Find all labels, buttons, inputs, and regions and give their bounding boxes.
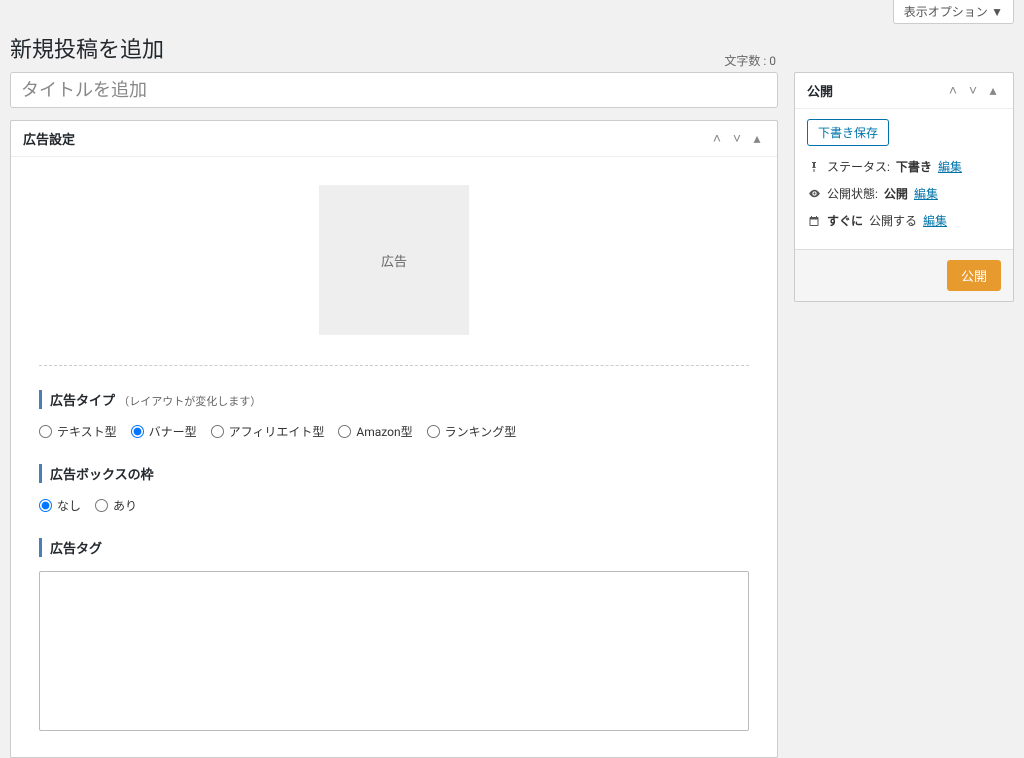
ad-settings-box: 広告設定 ˄ ˅ ▴ 広告 広告タイプ （レイアウトが変化します） <box>10 120 778 758</box>
ad-border-none[interactable]: なし <box>39 497 81 514</box>
ad-type-label: 広告タイプ （レイアウトが変化します） <box>39 390 749 409</box>
panel-up-icon[interactable]: ˄ <box>945 83 961 99</box>
status-line: ステータス: 下書き 編集 <box>807 158 1001 175</box>
ad-type-ranking[interactable]: ランキング型 <box>427 423 517 440</box>
publish-button[interactable]: 公開 <box>947 260 1001 291</box>
publish-box: 公開 ˄ ˅ ▴ 下書き保存 ステータス: 下書き 編集 <box>794 72 1014 302</box>
page-title: 新規投稿を追加 <box>10 32 1014 64</box>
ad-border-none-radio[interactable] <box>39 499 52 512</box>
ad-border-yes[interactable]: あり <box>95 497 137 514</box>
schedule-line: すぐに 公開する 編集 <box>807 212 1001 229</box>
panel-down-icon[interactable]: ˅ <box>965 83 981 99</box>
ad-type-amazon-radio[interactable] <box>338 425 351 438</box>
ad-border-radio-group: なし あり <box>39 497 749 514</box>
divider <box>39 365 749 366</box>
pin-icon <box>807 160 821 174</box>
ad-type-ranking-radio[interactable] <box>427 425 440 438</box>
calendar-icon <box>807 214 821 228</box>
character-count: 文字数 : 0 <box>724 52 776 69</box>
ad-type-affiliate-radio[interactable] <box>211 425 224 438</box>
ad-border-label: 広告ボックスの枠 <box>39 464 749 483</box>
publish-box-title: 公開 <box>807 81 833 100</box>
panel-toggle-icon[interactable]: ▴ <box>985 83 1001 99</box>
ad-type-banner[interactable]: バナー型 <box>131 423 197 440</box>
ad-type-amazon[interactable]: Amazon型 <box>338 423 412 440</box>
panel-up-icon[interactable]: ˄ <box>709 131 725 147</box>
panel-toggle-icon[interactable]: ▴ <box>749 131 765 147</box>
post-title-input[interactable] <box>10 72 778 108</box>
ad-type-banner-radio[interactable] <box>131 425 144 438</box>
ad-type-text-radio[interactable] <box>39 425 52 438</box>
ad-tag-textarea[interactable] <box>39 571 749 731</box>
panel-down-icon[interactable]: ˅ <box>729 131 745 147</box>
eye-icon <box>807 187 821 201</box>
save-draft-button[interactable]: 下書き保存 <box>807 119 889 146</box>
edit-schedule-link[interactable]: 編集 <box>923 212 947 229</box>
ad-tag-label: 広告タグ <box>39 538 749 557</box>
edit-status-link[interactable]: 編集 <box>938 158 962 175</box>
ad-preview-box: 広告 <box>319 185 469 335</box>
screen-options-button[interactable]: 表示オプション ▼ <box>893 0 1014 24</box>
edit-visibility-link[interactable]: 編集 <box>914 185 938 202</box>
ad-border-yes-radio[interactable] <box>95 499 108 512</box>
ad-type-text[interactable]: テキスト型 <box>39 423 117 440</box>
ad-type-radio-group: テキスト型 バナー型 アフィリエイト型 Amazon型 <box>39 423 749 440</box>
ad-type-affiliate[interactable]: アフィリエイト型 <box>211 423 325 440</box>
ad-settings-title: 広告設定 <box>23 129 75 148</box>
visibility-line: 公開状態: 公開 編集 <box>807 185 1001 202</box>
